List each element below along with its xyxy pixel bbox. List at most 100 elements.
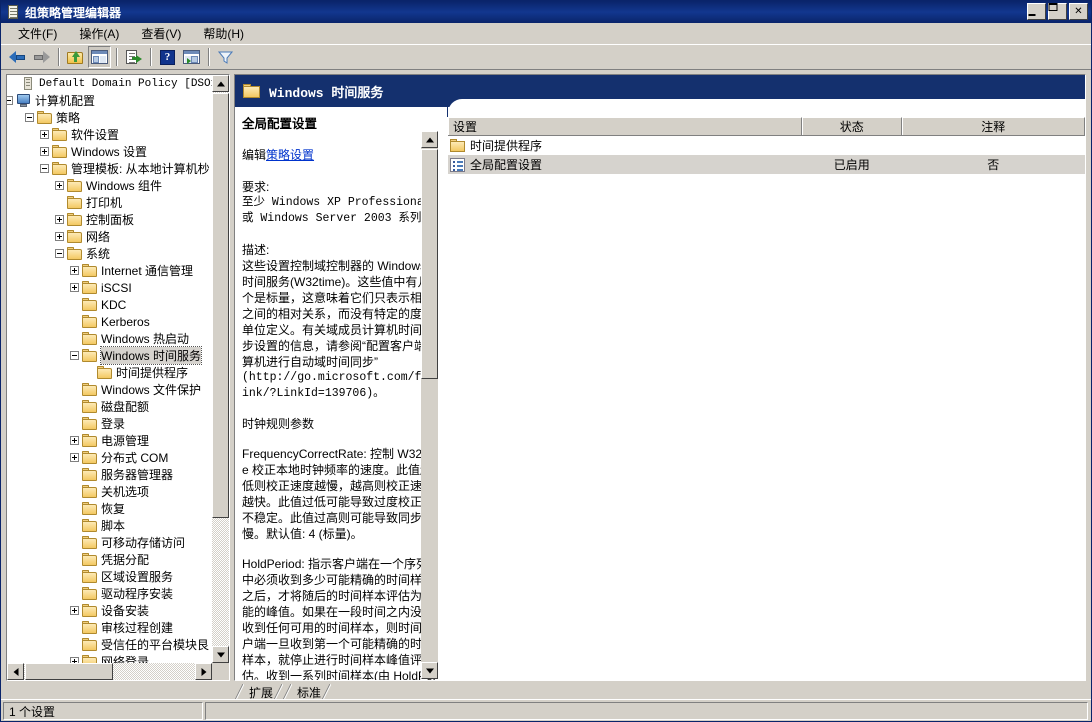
list-row[interactable]: 全局配置设置 已启用 否 xyxy=(448,155,1085,174)
tree-node[interactable]: 分布式 COM xyxy=(7,449,213,466)
tree-expander-plus-icon[interactable] xyxy=(70,453,79,462)
tree-node[interactable]: Windows 设置 xyxy=(7,143,213,160)
tree-node[interactable]: Windows 组件 xyxy=(7,177,213,194)
folder-icon xyxy=(52,128,68,141)
tree-expander-minus-icon[interactable] xyxy=(40,164,49,173)
tree-expander-plus-icon[interactable] xyxy=(70,283,79,292)
tree-node[interactable]: Internet 通信管理 xyxy=(7,262,213,279)
folder-icon xyxy=(82,400,98,413)
tree-scroll-thumb[interactable] xyxy=(212,93,229,518)
tree-node[interactable]: 区域设置服务 xyxy=(7,568,213,585)
list-column-header[interactable]: 设置 xyxy=(448,117,802,135)
show-hide-action-pane-button[interactable] xyxy=(180,46,203,68)
list-row[interactable]: 时间提供程序 xyxy=(448,136,1085,155)
tree-expander-plus-icon[interactable] xyxy=(40,147,49,156)
forward-button[interactable] xyxy=(30,46,53,68)
tree-node[interactable]: Default Domain Policy [DSO1.GOODO xyxy=(7,75,213,92)
list-column-header[interactable]: 状态 xyxy=(801,117,902,135)
menu-file[interactable]: 文件(F) xyxy=(7,22,68,45)
tree-expander-minus-icon[interactable] xyxy=(7,96,13,105)
tree-node[interactable]: 时间提供程序 xyxy=(7,364,213,381)
detail-scroll-down-button[interactable] xyxy=(421,662,438,679)
tree-node[interactable]: 服务器管理器 xyxy=(7,466,213,483)
tree-expander-empty xyxy=(70,385,79,394)
show-hide-console-tree-button[interactable] xyxy=(88,46,111,68)
tree-node[interactable]: 脚本 xyxy=(7,517,213,534)
tree-node[interactable]: 电源管理 xyxy=(7,432,213,449)
tree-expander-plus-icon[interactable] xyxy=(55,181,64,190)
folder-icon xyxy=(450,139,466,152)
tree-expander-plus-icon[interactable] xyxy=(55,232,64,241)
tree-node[interactable]: Kerberos xyxy=(7,313,213,330)
results-pane: Windows 时间服务 全局配置设置 编辑策略设置 要求: 至少 Window… xyxy=(234,74,1086,681)
tree-node[interactable]: 登录 xyxy=(7,415,213,432)
tree-node[interactable]: 审核过程创建 xyxy=(7,619,213,636)
detail-vertical-scrollbar[interactable] xyxy=(421,131,438,679)
minimize-button[interactable] xyxy=(1027,3,1046,20)
policy-setting-link[interactable]: 策略设置 xyxy=(266,148,314,162)
toolbar-separator xyxy=(208,48,210,66)
tree-node[interactable]: Windows 文件保护 xyxy=(7,381,213,398)
status-bar: 1 个设置 xyxy=(1,699,1091,721)
help-button[interactable]: ? xyxy=(156,46,179,68)
menu-view[interactable]: 查看(V) xyxy=(130,22,192,45)
settings-list-rows[interactable]: 时间提供程序 全局配置设置 已启用 否 xyxy=(448,136,1085,174)
tree-node[interactable]: 打印机 xyxy=(7,194,213,211)
list-column-header[interactable]: 注释 xyxy=(901,117,1085,135)
tree-node[interactable]: 系统 xyxy=(7,245,213,262)
tree-expander-minus-icon[interactable] xyxy=(25,113,34,122)
tree-expander-plus-icon[interactable] xyxy=(70,266,79,275)
folder-icon xyxy=(82,383,98,396)
tree-node[interactable]: Windows 热启动 xyxy=(7,330,213,347)
tree-node[interactable]: 管理模板: 从本地计算机杪 xyxy=(7,160,213,177)
extended-detail-pane: 全局配置设置 编辑策略设置 要求: 至少 Windows XP Professi… xyxy=(235,107,447,680)
tree-node[interactable]: iSCSI xyxy=(7,279,213,296)
back-button[interactable] xyxy=(6,46,29,68)
export-list-button[interactable] xyxy=(122,46,145,68)
detail-scroll-thumb[interactable] xyxy=(421,149,438,379)
tree-expander-empty xyxy=(70,538,79,547)
tree-node[interactable]: KDC xyxy=(7,296,213,313)
tree-node[interactable]: 受信任的平台模块艮 xyxy=(7,636,213,653)
maximize-button[interactable] xyxy=(1048,3,1067,20)
tree-expander-empty xyxy=(10,79,19,88)
folder-icon xyxy=(82,417,98,430)
tree-node[interactable]: Windows 时间服务 xyxy=(7,346,213,365)
tree-node[interactable]: 凭据分配 xyxy=(7,551,213,568)
tree-scroll-right-button[interactable] xyxy=(195,663,212,680)
close-button[interactable]: ✕ xyxy=(1069,3,1088,20)
console-tree[interactable]: Default Domain Policy [DSO1.GOODO 计算机配置策略… xyxy=(7,75,213,664)
show-hide-action-pane-icon xyxy=(183,50,200,64)
tree-scroll-left-button[interactable] xyxy=(7,663,24,680)
tree-hscroll-thumb[interactable] xyxy=(25,663,113,680)
tree-scroll-up-button[interactable] xyxy=(212,75,229,92)
tree-node[interactable]: 恢复 xyxy=(7,500,213,517)
tree-expander-plus-icon[interactable] xyxy=(55,215,64,224)
tree-expander-minus-icon[interactable] xyxy=(70,351,79,360)
tree-node[interactable]: 磁盘配额 xyxy=(7,398,213,415)
tree-scroll-down-button[interactable] xyxy=(212,646,229,663)
tree-horizontal-scrollbar[interactable] xyxy=(7,663,212,680)
tree-node[interactable]: 设备安装 xyxy=(7,602,213,619)
tree-node[interactable]: 控制面板 xyxy=(7,211,213,228)
tree-node[interactable]: 软件设置 xyxy=(7,126,213,143)
detail-scroll-up-button[interactable] xyxy=(421,131,438,148)
tree-node-label: iSCSI xyxy=(101,280,132,295)
tree-node-label: 时间提供程序 xyxy=(116,366,189,380)
tree-node[interactable]: 计算机配置 xyxy=(7,92,213,109)
tree-node[interactable]: 可移动存储访问 xyxy=(7,534,213,551)
filter-button[interactable] xyxy=(214,46,237,68)
tree-node[interactable]: 网络 xyxy=(7,228,213,245)
console-document-icon xyxy=(5,4,21,20)
tree-expander-plus-icon[interactable] xyxy=(40,130,49,139)
menu-help[interactable]: 帮助(H) xyxy=(192,22,255,45)
up-one-level-button[interactable] xyxy=(64,46,87,68)
tree-vertical-scrollbar[interactable] xyxy=(212,75,229,663)
tree-expander-plus-icon[interactable] xyxy=(70,606,79,615)
tree-expander-plus-icon[interactable] xyxy=(70,436,79,445)
tree-node[interactable]: 策略 xyxy=(7,109,213,126)
tree-node[interactable]: 关机选项 xyxy=(7,483,213,500)
tree-expander-minus-icon[interactable] xyxy=(55,249,64,258)
menu-action[interactable]: 操作(A) xyxy=(68,22,130,45)
tree-node[interactable]: 驱动程序安装 xyxy=(7,585,213,602)
